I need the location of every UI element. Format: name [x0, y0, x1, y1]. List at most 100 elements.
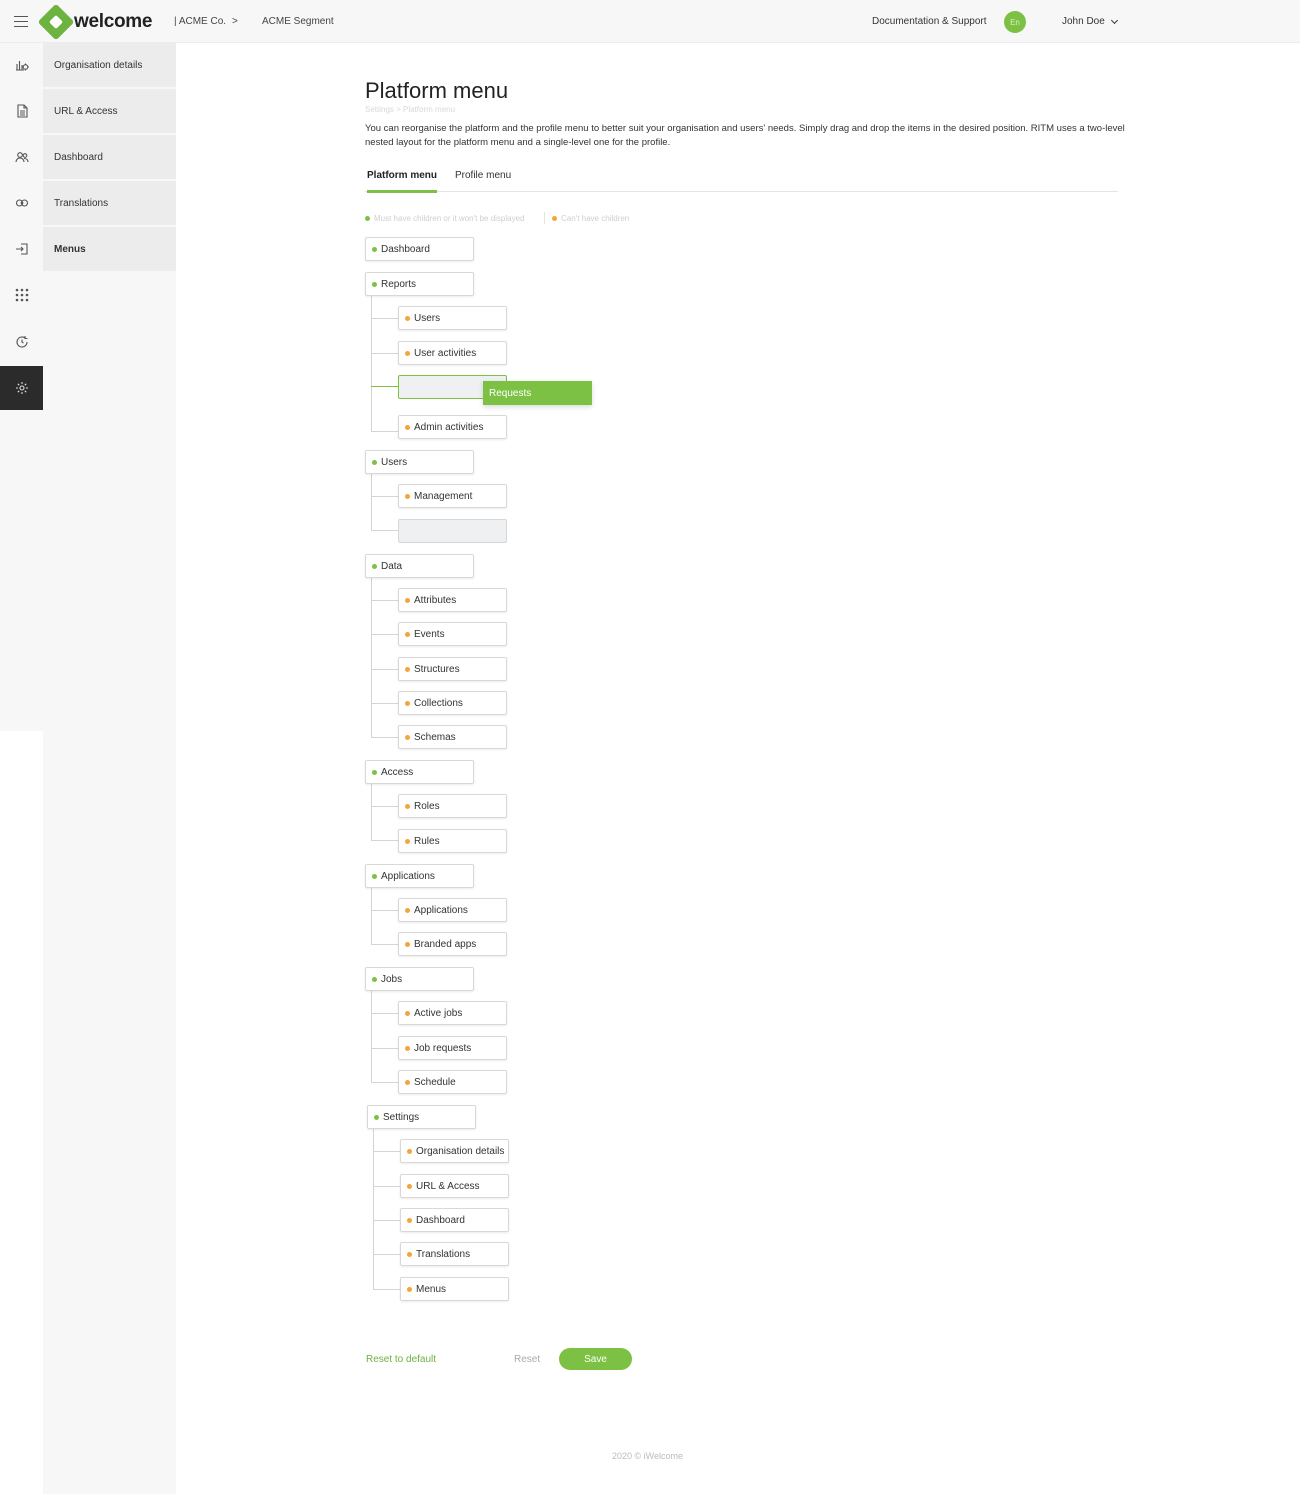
icon-rail	[0, 43, 43, 731]
menu-child-item[interactable]: Job requests	[398, 1036, 507, 1060]
tree-branch	[373, 1186, 400, 1187]
menu-parent-item[interactable]: Settings	[367, 1105, 476, 1129]
menu-child-item[interactable]: Active jobs	[398, 1001, 507, 1025]
menu-child-item[interactable]: URL & Access	[400, 1174, 509, 1198]
legend-child: Can't have children	[552, 214, 629, 223]
reset-button[interactable]: Reset	[514, 1354, 540, 1365]
page-description: You can reorganise the platform and the …	[365, 123, 1125, 148]
menu-child-item[interactable]: Roles	[398, 794, 507, 818]
orange-dot-icon	[407, 1183, 412, 1189]
rail-reports[interactable]	[0, 89, 43, 133]
tree-branch	[371, 703, 398, 704]
document-icon	[16, 104, 28, 118]
footer-copyright: 2020 © iWelcome	[612, 1451, 683, 1461]
tree-branch	[371, 496, 398, 497]
menu-parent-item[interactable]: Users	[365, 450, 474, 474]
rail-jobs[interactable]	[0, 320, 43, 364]
breadcrumb-segment[interactable]: ACME Segment	[262, 16, 334, 27]
green-dot-icon	[372, 246, 377, 252]
green-dot-icon	[374, 1114, 379, 1120]
save-button[interactable]: Save	[559, 1348, 632, 1370]
logo[interactable]: welcome	[37, 3, 152, 41]
menu-child-item[interactable]: User activities	[398, 341, 507, 365]
chevron-down-icon	[1110, 16, 1118, 24]
top-bar: welcome | ACME Co. > ACME Segment Docume…	[0, 0, 1300, 43]
menu-child-item[interactable]: Applications	[398, 898, 507, 922]
tab-platform-menu[interactable]: Platform menu	[367, 170, 438, 193]
tree-line-applications	[371, 888, 372, 945]
green-dot-icon	[372, 281, 377, 287]
menu-child-item[interactable]: Users	[398, 306, 507, 330]
breadcrumb-company[interactable]: | ACME Co.	[174, 16, 226, 27]
user-menu[interactable]: John Doe	[1062, 16, 1118, 27]
tree-branch	[371, 1048, 398, 1049]
orange-dot-icon	[405, 631, 410, 637]
settings-submenu: Organisation details URL & Access Dashbo…	[43, 43, 176, 1494]
green-dot-icon	[372, 459, 377, 465]
grid-icon	[15, 288, 28, 302]
tree-branch	[371, 1082, 398, 1083]
legend-parent: Must have children or it won't be displa…	[365, 214, 525, 223]
menu-child-item[interactable]: Organisation details	[400, 1139, 509, 1163]
menu-child-item[interactable]: Dashboard	[400, 1208, 509, 1232]
rail-applications[interactable]	[0, 273, 43, 317]
empty-placeholder[interactable]	[398, 519, 507, 543]
submenu-item-menus[interactable]: Menus	[43, 227, 176, 271]
rail-analytics[interactable]	[0, 43, 43, 87]
submenu-item-url-access[interactable]: URL & Access	[43, 89, 176, 133]
submenu-item-dashboard[interactable]: Dashboard	[43, 135, 176, 179]
menu-parent-item[interactable]: Dashboard	[365, 237, 474, 261]
orange-dot-icon	[405, 350, 410, 356]
menu-parent-item[interactable]: Reports	[365, 272, 474, 296]
menu-child-item[interactable]: Attributes	[398, 588, 507, 612]
rail-access[interactable]	[0, 227, 43, 271]
dragging-item[interactable]: Requests	[483, 381, 592, 405]
menu-child-item[interactable]: Structures	[398, 657, 507, 681]
rail-settings[interactable]	[0, 366, 43, 410]
language-badge[interactable]: En	[1004, 11, 1026, 33]
tab-profile-menu[interactable]: Profile menu	[455, 170, 511, 192]
analytics-icon	[15, 61, 29, 71]
tree-branch	[371, 806, 398, 807]
submenu-item-organisation-details[interactable]: Organisation details	[43, 43, 176, 87]
menu-child-item[interactable]: Menus	[400, 1277, 509, 1301]
green-dot-icon	[372, 976, 377, 982]
orange-dot-icon	[405, 1010, 410, 1016]
tree-branch	[371, 944, 398, 945]
menu-child-item[interactable]: Branded apps	[398, 932, 507, 956]
tree-branch	[373, 1289, 400, 1290]
rail-data[interactable]	[0, 181, 43, 225]
user-name: John Doe	[1062, 16, 1105, 27]
menu-child-item[interactable]: Admin activities	[398, 415, 507, 439]
menu-parent-item[interactable]: Jobs	[365, 967, 474, 991]
orange-dot-icon	[407, 1251, 412, 1257]
tree-line-data	[371, 578, 372, 738]
menu-child-item[interactable]: Events	[398, 622, 507, 646]
submenu-item-translations[interactable]: Translations	[43, 181, 176, 225]
menu-child-item[interactable]: Management	[398, 484, 507, 508]
menu-child-item[interactable]: Rules	[398, 829, 507, 853]
page-breadcrumb: Settings > Platform menu	[365, 105, 456, 114]
reset-to-default-link[interactable]: Reset to default	[366, 1354, 436, 1365]
tree-line-users	[371, 474, 372, 531]
hamburger-menu-icon[interactable]	[14, 16, 28, 27]
menu-tabs: Platform menu Profile menu	[365, 170, 1118, 193]
menu-parent-item[interactable]: Data	[365, 554, 474, 578]
tree-branch	[371, 530, 398, 531]
documentation-support-link[interactable]: Documentation & Support	[872, 16, 987, 27]
tree-branch	[371, 840, 398, 841]
rail-users[interactable]	[0, 135, 43, 179]
menu-child-item[interactable]: Translations	[400, 1242, 509, 1266]
tree-branch	[373, 1220, 400, 1221]
green-dot-icon	[372, 769, 377, 775]
tree-line-settings	[373, 1129, 374, 1290]
menu-child-item[interactable]: Collections	[398, 691, 507, 715]
orange-dot-icon	[405, 803, 410, 809]
menu-child-item[interactable]: Schemas	[398, 725, 507, 749]
orange-dot-icon	[405, 1045, 410, 1051]
green-dot-icon	[365, 216, 370, 221]
menu-parent-item[interactable]: Access	[365, 760, 474, 784]
breadcrumb-separator: >	[232, 16, 238, 27]
menu-child-item[interactable]: Schedule	[398, 1070, 507, 1094]
menu-parent-item[interactable]: Applications	[365, 864, 474, 888]
